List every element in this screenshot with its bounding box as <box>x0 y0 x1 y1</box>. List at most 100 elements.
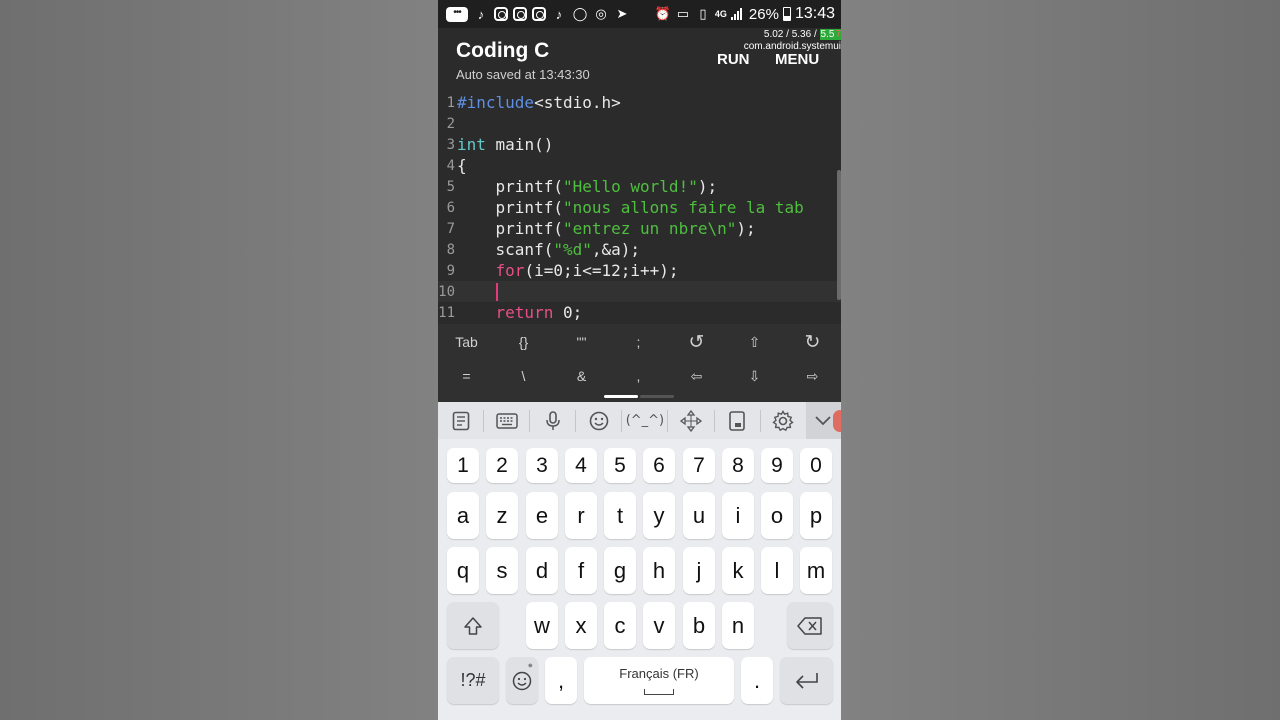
cpu-load-readout: 5.02 / 5.36 / 5.57 <box>763 29 841 40</box>
key-i[interactable]: i <box>722 492 754 539</box>
key-v[interactable]: v <box>643 602 675 649</box>
key-2[interactable]: 2 <box>486 448 518 483</box>
key-c[interactable]: c <box>604 602 636 649</box>
instagram-icon <box>532 7 546 21</box>
key-t[interactable]: t <box>604 492 636 539</box>
keyboard-icon[interactable] <box>484 402 529 439</box>
key-q[interactable]: q <box>447 547 479 594</box>
key-r[interactable]: r <box>565 492 597 539</box>
key-n[interactable]: n <box>722 602 754 649</box>
status-bar: ••• ♪ ♪ ◯ ◎ ➤ ⏰ ▭ ▯ 4G 26% 13:43 <box>438 0 841 28</box>
key-4[interactable]: 4 <box>565 448 597 483</box>
key-w[interactable]: w <box>526 602 558 649</box>
key-x[interactable]: x <box>565 602 597 649</box>
key-g[interactable]: g <box>604 547 636 594</box>
redo-icon[interactable]: ↻ <box>784 325 841 359</box>
key-p[interactable]: p <box>800 492 832 539</box>
key-5[interactable]: 5 <box>604 448 636 483</box>
period-key[interactable]: . <box>741 657 773 704</box>
gear-icon[interactable] <box>761 402 806 439</box>
code-line: 4 { <box>446 156 467 175</box>
signal-icon <box>730 8 745 20</box>
symbol-page-indicator <box>604 395 674 398</box>
tiktok-icon: ♪ <box>555 6 563 22</box>
key-j[interactable]: j <box>683 547 715 594</box>
shift-key[interactable] <box>447 602 499 649</box>
cpu-overlay: 5.02 / 5.36 / 5.57 com.android.systemui <box>744 29 841 53</box>
key-o[interactable]: o <box>761 492 793 539</box>
backspace-icon <box>797 616 822 635</box>
arrow-down-icon[interactable]: ⇩ <box>726 359 783 393</box>
arrow-left-icon[interactable]: ⇦ <box>668 359 725 393</box>
key-y[interactable]: y <box>643 492 675 539</box>
code-line: 6 printf("nous allons faire la tab <box>446 198 804 217</box>
code-line: 3 int main() <box>446 135 554 154</box>
backspace-key[interactable] <box>787 602 833 649</box>
key-3[interactable]: 3 <box>526 448 558 483</box>
touch-indicator <box>833 410 841 432</box>
clock: 13:43 <box>794 5 835 22</box>
enter-key[interactable] <box>780 657 833 704</box>
semicolon-key[interactable]: ; <box>610 325 667 359</box>
clipboard-icon[interactable] <box>438 402 483 439</box>
key-1[interactable]: 1 <box>447 448 479 483</box>
key-h[interactable]: h <box>643 547 675 594</box>
key-m[interactable]: m <box>800 547 832 594</box>
key-l[interactable]: l <box>761 547 793 594</box>
network-type: 4G <box>714 9 727 19</box>
key-8[interactable]: 8 <box>722 448 754 483</box>
tiktok-icon: ♪ <box>477 6 485 22</box>
code-line: 5 printf("Hello world!"); <box>446 177 718 196</box>
key-f[interactable]: f <box>565 547 597 594</box>
key-6[interactable]: 6 <box>643 448 675 483</box>
microphone-icon[interactable] <box>530 402 575 439</box>
code-line: 7 printf("entrez un nbre\n"); <box>446 219 756 238</box>
quotes-key[interactable]: "" <box>553 325 610 359</box>
tab-key[interactable]: Tab <box>438 325 495 359</box>
comma-key[interactable]: , <box>545 657 577 704</box>
keyboard-toolbar: (^_^) <box>438 402 841 439</box>
backslash-key[interactable]: \ <box>495 359 552 393</box>
cursor-move-icon[interactable] <box>668 402 713 439</box>
key-s[interactable]: s <box>486 547 518 594</box>
microphone-icon: ● <box>527 660 533 670</box>
key-9[interactable]: 9 <box>761 448 793 483</box>
telegram-icon: ➤ <box>616 6 628 21</box>
arrow-right-icon[interactable]: ⇨ <box>784 359 841 393</box>
instagram-icon <box>513 7 527 21</box>
run-button[interactable]: RUN <box>717 51 750 68</box>
key-d[interactable]: d <box>526 547 558 594</box>
menu-button[interactable]: MENU <box>775 51 819 68</box>
braces-key[interactable]: {} <box>495 325 552 359</box>
shift-icon <box>464 616 482 635</box>
key-7[interactable]: 7 <box>683 448 715 483</box>
system-icons: ⏰ ▭ ▯ 4G 26% 13:43 <box>655 5 835 23</box>
key-a[interactable]: a <box>447 492 479 539</box>
code-editor[interactable]: 1 #include<stdio.h> 2 3 int main() 4 { 5… <box>438 90 841 324</box>
kaomoji-icon[interactable]: (^_^) <box>622 402 667 439</box>
key-0[interactable]: 0 <box>800 448 832 483</box>
enter-icon <box>795 672 818 689</box>
chevron-down-icon[interactable] <box>805 402 841 439</box>
undo-icon[interactable]: ↺ <box>668 325 725 359</box>
shift-up-icon[interactable]: ⇧ <box>726 325 783 359</box>
current-code-line: 10 <box>438 281 841 302</box>
key-k[interactable]: k <box>722 547 754 594</box>
code-line: 1 #include<stdio.h> <box>446 93 621 112</box>
equals-key[interactable]: = <box>438 359 495 393</box>
space-bar[interactable]: Français (FR) <box>584 657 734 704</box>
emoji-key[interactable]: ● <box>506 657 538 704</box>
symbols-key[interactable]: !?# <box>447 657 499 704</box>
one-hand-icon[interactable] <box>715 402 760 439</box>
key-z[interactable]: z <box>486 492 518 539</box>
sync-icon: ◎ <box>595 6 607 21</box>
key-e[interactable]: e <box>526 492 558 539</box>
emoji-icon[interactable] <box>576 402 621 439</box>
comma-key[interactable]: , <box>610 359 667 393</box>
editor-scrollbar[interactable] <box>837 170 841 300</box>
key-u[interactable]: u <box>683 492 715 539</box>
key-b[interactable]: b <box>683 602 715 649</box>
soft-keyboard: 1 2 3 4 5 6 7 8 9 0 a z e r t y u i o p … <box>438 439 841 720</box>
ampersand-key[interactable]: & <box>553 359 610 393</box>
app-header: Coding C Auto saved at 13:43:30 5.02 / 5… <box>438 28 841 90</box>
